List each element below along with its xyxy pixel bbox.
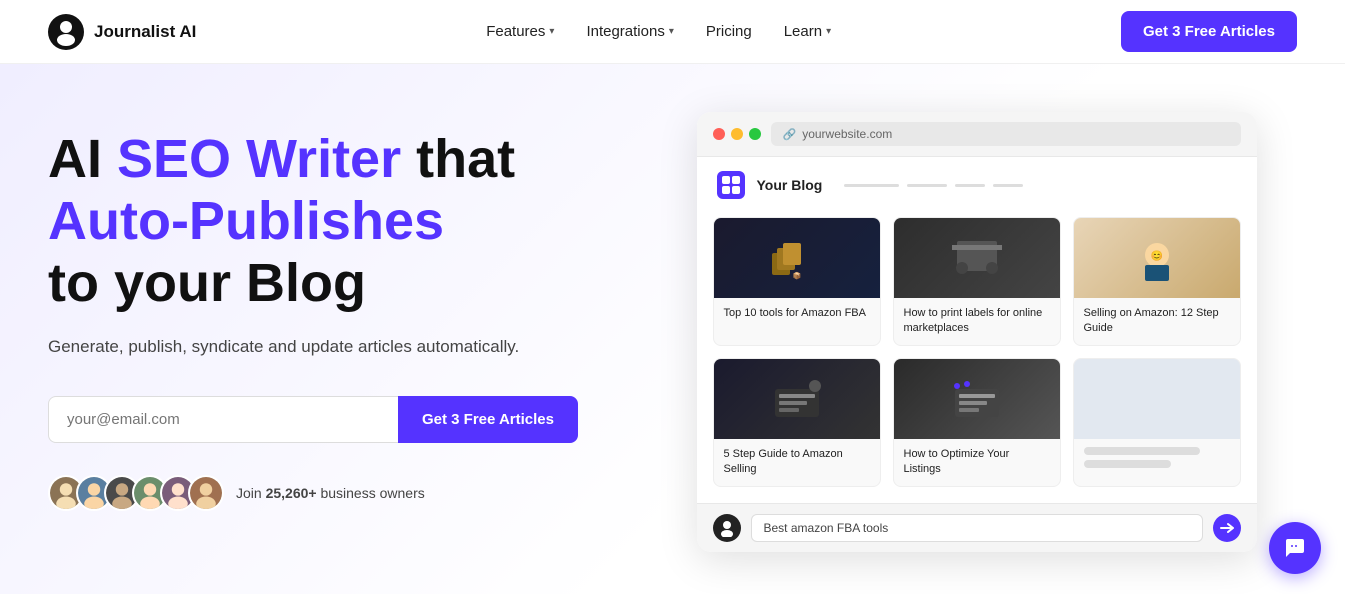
- email-input[interactable]: [48, 396, 398, 443]
- chat-bar: Best amazon FBA tools: [697, 503, 1257, 552]
- article-title: How to Optimize Your Listings: [894, 439, 1060, 486]
- chat-input[interactable]: Best amazon FBA tools: [751, 514, 1203, 542]
- browser-url-bar[interactable]: 🔗 yourwebsite.com: [771, 122, 1241, 146]
- avatar: [188, 475, 224, 511]
- article-card[interactable]: 😊 Selling on Amazon: 12 Step Guide: [1073, 217, 1241, 346]
- article-title: How to print labels for online marketpla…: [894, 298, 1060, 345]
- article-image: [894, 218, 1060, 298]
- article-card[interactable]: 📦 Top 10 tools for Amazon FBA: [713, 217, 881, 346]
- nav-links: Features ▾ Integrations ▾ Pricing Learn …: [486, 23, 831, 40]
- chevron-down-icon: ▾: [669, 26, 674, 37]
- browser-dot-close: [713, 128, 725, 140]
- navbar: Journalist AI Features ▾ Integrations ▾ …: [0, 0, 1345, 64]
- article-title-placeholder: [1074, 439, 1240, 481]
- hero-section: AI SEO Writer that Auto-Publishes to you…: [0, 64, 1345, 594]
- browser-dot-maximize: [749, 128, 761, 140]
- nav-integrations[interactable]: Integrations ▾: [586, 23, 673, 40]
- svg-text:📦: 📦: [792, 271, 801, 280]
- chat-send-button[interactable]: [1213, 514, 1241, 542]
- link-icon: 🔗: [783, 128, 797, 141]
- logo-icon: [48, 14, 84, 50]
- article-card[interactable]: 5 Step Guide to Amazon Selling: [713, 358, 881, 487]
- nav-learn[interactable]: Learn ▾: [784, 23, 831, 40]
- nav-cta-button[interactable]: Get 3 Free Articles: [1121, 11, 1297, 52]
- social-proof-text: Join 25,260+ business owners: [236, 485, 425, 501]
- nav-line: [844, 184, 899, 187]
- hero-form: Get 3 Free Articles: [48, 396, 578, 443]
- article-image: 📦: [714, 218, 880, 298]
- blog-name: Your Blog: [757, 177, 823, 193]
- article-card[interactable]: How to Optimize Your Listings: [893, 358, 1061, 487]
- blog-logo: [717, 171, 745, 199]
- article-title: 5 Step Guide to Amazon Selling: [714, 439, 880, 486]
- blog-header: Your Blog: [697, 157, 1257, 209]
- browser-dot-minimize: [731, 128, 743, 140]
- hero-title: AI SEO Writer that Auto-Publishes to you…: [48, 128, 608, 314]
- article-title: Top 10 tools for Amazon FBA: [714, 298, 880, 329]
- article-image-placeholder: [1074, 359, 1240, 439]
- hero-right: 🔗 yourwebsite.com Your Blog: [608, 112, 1297, 552]
- article-image: 😊: [1074, 218, 1240, 298]
- nav-line: [907, 184, 947, 187]
- logo-text: Journalist AI: [94, 22, 196, 42]
- articles-grid: 📦 Top 10 tools for Amazon FBA How to pri…: [697, 209, 1257, 503]
- hero-left: AI SEO Writer that Auto-Publishes to you…: [48, 112, 608, 511]
- article-card-empty: [1073, 358, 1241, 487]
- article-image: [714, 359, 880, 439]
- article-card[interactable]: How to print labels for online marketpla…: [893, 217, 1061, 346]
- browser-bar: 🔗 yourwebsite.com: [697, 112, 1257, 157]
- avatar-group: [48, 475, 224, 511]
- chevron-down-icon: ▾: [549, 26, 554, 37]
- article-title: Selling on Amazon: 12 Step Guide: [1074, 298, 1240, 345]
- hero-subtitle: Generate, publish, syndicate and update …: [48, 334, 608, 360]
- hero-social-proof: Join 25,260+ business owners: [48, 475, 608, 511]
- nav-line: [955, 184, 985, 187]
- chevron-down-icon: ▾: [826, 26, 831, 37]
- nav-features[interactable]: Features ▾: [486, 23, 554, 40]
- floating-chat-button[interactable]: [1269, 522, 1321, 574]
- browser-mockup: 🔗 yourwebsite.com Your Blog: [697, 112, 1257, 552]
- article-image: [894, 359, 1060, 439]
- hero-cta-button[interactable]: Get 3 Free Articles: [398, 396, 578, 443]
- chat-avatar: [713, 514, 741, 542]
- logo[interactable]: Journalist AI: [48, 14, 196, 50]
- svg-text:😊: 😊: [1150, 250, 1162, 262]
- browser-dots: [713, 128, 761, 140]
- blog-nav-lines: [844, 184, 1023, 187]
- nav-pricing[interactable]: Pricing: [706, 23, 752, 40]
- nav-line: [993, 184, 1023, 187]
